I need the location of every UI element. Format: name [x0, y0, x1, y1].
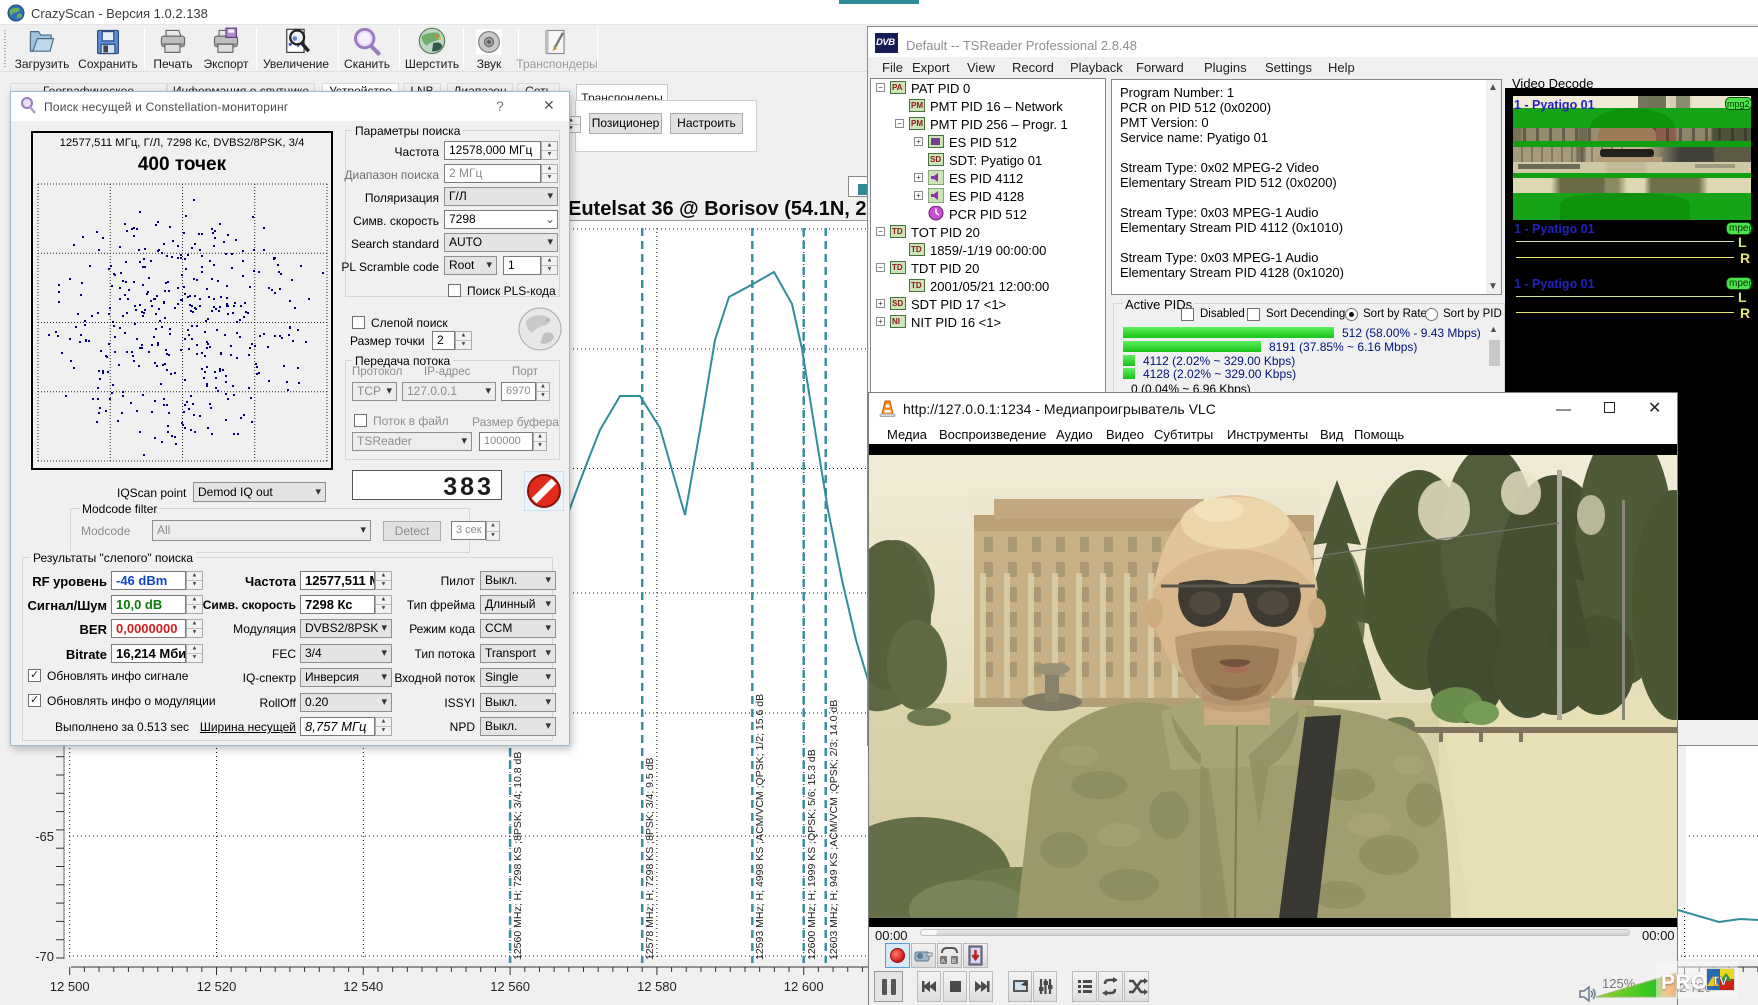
svg-text:B: B	[952, 959, 956, 965]
svg-text:TV: TV	[1712, 974, 1727, 988]
svg-text:A: A	[941, 959, 945, 965]
